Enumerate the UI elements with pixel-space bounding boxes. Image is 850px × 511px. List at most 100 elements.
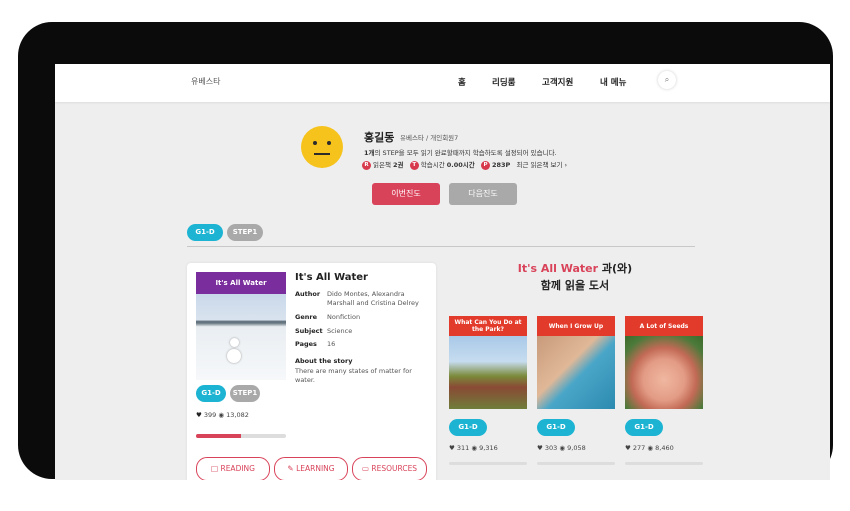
reading-button[interactable]: □ READING	[196, 457, 270, 480]
reading-progress-fill	[196, 434, 241, 438]
recommend-cover-title-1: What Can You Do at the Park?	[449, 316, 527, 336]
books-read-icon: R	[362, 160, 371, 170]
folder-icon: ▭	[361, 464, 369, 473]
views-count: 9,316	[479, 444, 498, 452]
recommend-cover-3[interactable]: A Lot of Seeds	[625, 316, 703, 409]
resources-button[interactable]: ▭ RESOURCES	[352, 457, 427, 480]
recommend-progress-1	[449, 462, 527, 465]
author-value: Dido Montes, Alexandra Marshall and Cris…	[327, 290, 419, 307]
book-step-tag[interactable]: STEP1	[230, 385, 260, 402]
reading-progress-bar	[196, 434, 286, 438]
recommend-tag-2[interactable]: G1-D	[537, 419, 575, 436]
recommend-stats-3: ♥ 277 ◉ 8,460	[625, 444, 674, 452]
user-name: 홍길동	[364, 131, 395, 144]
pages-value: 16	[327, 340, 336, 348]
study-time-label: 학습시간	[420, 161, 445, 169]
likes-count: 311	[456, 444, 470, 452]
heart-icon: ♥	[537, 444, 543, 452]
step-tag[interactable]: STEP1	[227, 224, 263, 241]
nav-my-menu[interactable]: 내 메뉴	[600, 76, 626, 88]
book-cover[interactable]: It's All Water 완독	[196, 272, 286, 380]
avatar-mouth	[314, 153, 330, 155]
recommend-cover-image-3	[625, 336, 703, 409]
book-stats: ♥ 399 ◉ 13,082	[196, 411, 249, 419]
avatar	[301, 126, 343, 168]
recommend-cover-2[interactable]: When I Grow Up	[537, 316, 615, 409]
recommend-progress-3	[625, 462, 703, 465]
likes-count: 399	[203, 411, 217, 419]
brand-logo[interactable]: 유베스타	[191, 76, 220, 87]
recommend-tag-3[interactable]: G1-D	[625, 419, 663, 436]
book-icon: □	[211, 464, 219, 473]
recommend-progress-2	[537, 462, 615, 465]
user-description: 1개의 STEP을 모두 읽기 완료할때까지 학습하도록 설정되어 있습니다.	[364, 147, 557, 157]
heart-icon: ♥	[449, 444, 455, 452]
current-progress-button[interactable]: 이번진도	[372, 183, 440, 205]
recommend-book-title: It's All Water	[517, 262, 599, 275]
recommend-cover-image-2	[537, 336, 615, 409]
cover-image: 완독	[196, 294, 286, 380]
author-label: Author	[295, 290, 321, 298]
eye-icon: ◉	[218, 411, 225, 419]
device-frame: 유베스타 홈 리딩룸 고객지원 내 메뉴 ⌕ 홍길동 유베스타 / 개인회원7 …	[18, 22, 833, 480]
eye-icon: ◉	[471, 444, 478, 452]
snowman-head	[230, 338, 239, 347]
level-tag[interactable]: G1-D	[187, 224, 223, 241]
heart-icon: ♥	[196, 411, 202, 419]
heart-icon: ♥	[625, 444, 631, 452]
description-text: 의 STEP을 모두 읽기 완료할때까지 학습하도록 설정되어 있습니다.	[374, 149, 557, 157]
eye-icon: ◉	[647, 444, 654, 452]
recommend-cover-image-1	[449, 336, 527, 409]
recommend-heading: It's All Water 과(와) 함께 읽을 도서	[450, 260, 700, 294]
step-count: 1개	[364, 149, 375, 157]
study-time-value: 0.00시간	[446, 161, 475, 169]
cover-title: It's All Water	[196, 272, 286, 294]
pencil-icon: ✎	[287, 464, 294, 473]
search-icon[interactable]: ⌕	[658, 71, 676, 89]
avatar-eye-right	[327, 141, 331, 145]
learning-label: LEARNING	[296, 464, 335, 473]
avatar-eye-left	[313, 141, 317, 145]
nav-home[interactable]: 홈	[458, 76, 466, 88]
points-value: 283P	[491, 161, 511, 169]
books-read-label: 읽은책	[373, 161, 391, 169]
app-screen: 유베스타 홈 리딩룸 고객지원 내 메뉴 ⌕ 홍길동 유베스타 / 개인회원7 …	[55, 64, 830, 480]
resources-label: RESOURCES	[371, 464, 418, 473]
recommend-stats-1: ♥ 311 ◉ 9,316	[449, 444, 498, 452]
about-text: There are many states of matter for wate…	[295, 367, 412, 384]
recommend-title-suffix: 과(와)	[598, 262, 633, 275]
views-count: 8,460	[655, 444, 674, 452]
snowman-body	[227, 349, 241, 363]
subject-label: Subject	[295, 327, 323, 335]
about-label: About the story	[295, 357, 353, 365]
points-icon: P	[480, 160, 490, 170]
recommend-cover-title-2: When I Grow Up	[537, 316, 615, 336]
book-title: It's All Water	[295, 272, 368, 283]
recommend-title-line2: 함께 읽을 도서	[540, 279, 610, 292]
user-role: 유베스타 / 개인회원7	[400, 134, 459, 142]
genre-label: Genre	[295, 313, 317, 321]
views-count: 9,058	[567, 444, 586, 452]
recent-books-link[interactable]: 최근 읽은책 보기 ›	[517, 161, 568, 169]
study-time-icon: T	[409, 160, 419, 170]
recommend-tag-1[interactable]: G1-D	[449, 419, 487, 436]
reading-label: READING	[220, 464, 255, 473]
likes-count: 303	[544, 444, 558, 452]
recommend-cover-title-3: A Lot of Seeds	[625, 316, 703, 336]
user-stats: R 읽은책 2권 T 학습시간 0.00시간 P 283P 최근 읽은책 보기 ›	[362, 159, 567, 170]
book-level-tag[interactable]: G1-D	[196, 385, 226, 402]
top-navbar: 유베스타 홈 리딩룸 고객지원 내 메뉴 ⌕	[55, 64, 830, 102]
pages-label: Pages	[295, 340, 317, 348]
subject-value: Science	[327, 327, 353, 335]
genre-value: Nonfiction	[327, 313, 361, 321]
next-progress-button[interactable]: 다음진도	[449, 183, 517, 205]
books-read-value: 2권	[393, 161, 404, 169]
book-card: It's All Water 완독 It's All Water Author …	[187, 263, 436, 480]
nav-support[interactable]: 고객지원	[542, 76, 573, 88]
recommend-stats-2: ♥ 303 ◉ 9,058	[537, 444, 586, 452]
eye-icon: ◉	[559, 444, 566, 452]
likes-count: 277	[632, 444, 646, 452]
learning-button[interactable]: ✎ LEARNING	[274, 457, 348, 480]
nav-reading-room[interactable]: 리딩룸	[492, 76, 515, 88]
recommend-cover-1[interactable]: What Can You Do at the Park?	[449, 316, 527, 409]
